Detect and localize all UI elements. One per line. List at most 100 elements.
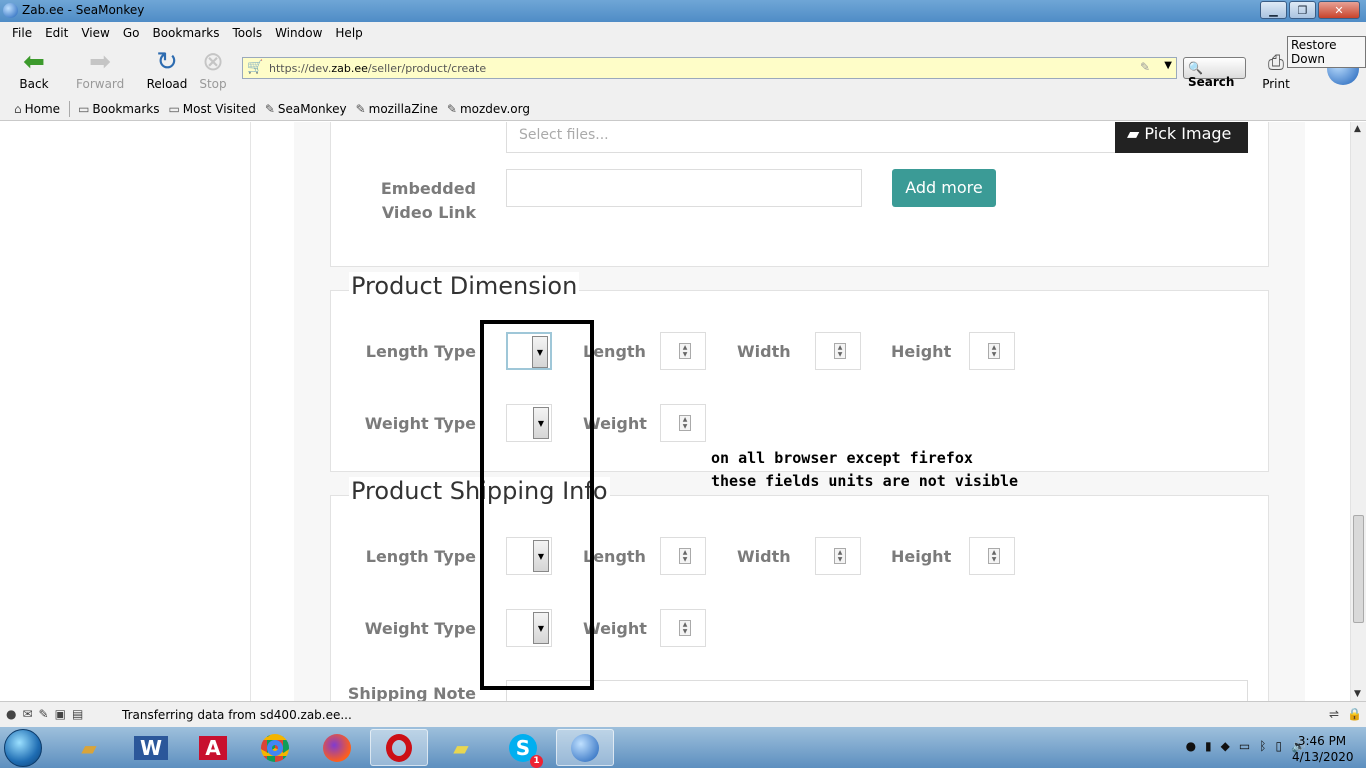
search-button[interactable]: 🔍Search: [1183, 57, 1246, 89]
taskbar-word[interactable]: W: [122, 729, 180, 766]
minimize-button[interactable]: ▁: [1260, 1, 1287, 19]
status-bar: ● ✉ ✎ ▣ ▤ Transferring data from sd400.z…: [0, 701, 1366, 727]
url-bar[interactable]: 🛒 https://dev.zab.ee/seller/product/crea…: [242, 57, 1177, 79]
security-tray-icon[interactable]: ●: [1186, 739, 1196, 753]
bookmark-most-visited[interactable]: ▭ Most Visited: [168, 102, 255, 116]
annotation-note: on all browser except firefox these fiel…: [711, 449, 1019, 490]
reload-button[interactable]: ↻ Reload: [143, 47, 191, 93]
display-tray-icon[interactable]: ▭: [1239, 739, 1250, 753]
spinner-icon[interactable]: ▲ ▼: [679, 343, 691, 359]
product-dimension-card: [330, 290, 1269, 472]
bookmark-seamonkey[interactable]: ✎ SeaMonkey: [265, 102, 347, 116]
stop-button[interactable]: ⊗ Stop: [189, 47, 237, 93]
menu-view[interactable]: View: [81, 26, 109, 40]
shipping-width-input[interactable]: ▲ ▼: [815, 537, 861, 575]
web-content: Select files... ▰ Pick Image Embedded Vi…: [0, 122, 1350, 701]
spinner-icon[interactable]: ▲ ▼: [679, 415, 691, 431]
bookmark-mozdev[interactable]: ✎ mozdev.org: [447, 102, 530, 116]
shipping-height-label: Height: [891, 547, 952, 566]
forward-label: Forward: [76, 77, 125, 91]
taskbar-firefox[interactable]: [308, 729, 366, 766]
height-input[interactable]: ▲ ▼: [969, 332, 1015, 370]
signal-tray-icon[interactable]: ▮: [1205, 739, 1212, 753]
online-status-icon[interactable]: ⇌: [1329, 707, 1339, 721]
menu-tools[interactable]: Tools: [233, 26, 263, 40]
folder-icon: ▭: [168, 101, 180, 116]
shipping-length-input[interactable]: ▲ ▼: [660, 537, 706, 575]
window-title: Zab.ee - SeaMonkey: [22, 3, 145, 17]
taskbar-seamonkey[interactable]: [556, 729, 614, 766]
shipping-note-input[interactable]: [506, 680, 1248, 701]
update-tray-icon[interactable]: ◆: [1221, 739, 1230, 753]
add-more-button[interactable]: Add more: [892, 169, 996, 207]
spinner-icon[interactable]: ▲ ▼: [679, 548, 691, 564]
bookmark-icon: ✎: [264, 101, 275, 116]
menu-window[interactable]: Window: [275, 26, 322, 40]
url-dropdown-icon[interactable]: ▼: [1164, 60, 1172, 71]
height-label: Height: [891, 342, 952, 361]
bookmark-home[interactable]: ⌂ Home: [14, 102, 60, 116]
product-dimension-title: Product Dimension: [349, 272, 580, 300]
back-button[interactable]: ⬅ Back: [10, 47, 58, 93]
bluetooth-icon[interactable]: ᛒ: [1259, 739, 1266, 753]
url-text[interactable]: https://dev.zab.ee/seller/product/create: [269, 62, 486, 75]
shipping-weight-input[interactable]: ▲ ▼: [660, 609, 706, 647]
menu-file[interactable]: File: [12, 26, 32, 40]
length-input[interactable]: ▲ ▼: [660, 332, 706, 370]
scrollbar-thumb[interactable]: [1353, 515, 1364, 623]
weight-input[interactable]: ▲ ▼: [660, 404, 706, 442]
scroll-up-icon[interactable]: ▲: [1354, 124, 1361, 134]
scroll-down-icon[interactable]: ▼: [1354, 689, 1361, 699]
menu-go[interactable]: Go: [123, 26, 140, 40]
sidebar-divider: [250, 122, 251, 701]
stop-icon: ⊗: [202, 47, 224, 77]
spinner-icon[interactable]: ▲ ▼: [988, 343, 1000, 359]
weight-type-label: Weight Type: [364, 414, 476, 433]
spinner-icon[interactable]: ▲ ▼: [679, 620, 691, 636]
mail-icon[interactable]: ✉: [22, 707, 32, 721]
security-pin-icon: ✎: [1139, 60, 1150, 74]
chat-icon[interactable]: ▣: [55, 707, 66, 721]
personal-toolbar: ⌂ Home ▭ Bookmarks ▭ Most Visited ✎ SeaMonke…: [0, 97, 1366, 121]
shipping-width-label: Width: [737, 547, 791, 566]
taskbar-acrobat[interactable]: A: [184, 729, 242, 766]
addressbook-icon[interactable]: ▤: [72, 707, 83, 721]
shipping-height-input[interactable]: ▲ ▼: [969, 537, 1015, 575]
spinner-icon[interactable]: ▲ ▼: [834, 343, 846, 359]
spinner-icon[interactable]: ▲ ▼: [988, 548, 1000, 564]
restore-down-tooltip: Restore Down: [1287, 36, 1366, 68]
spinner-icon[interactable]: ▲ ▼: [834, 548, 846, 564]
close-button[interactable]: ✕: [1318, 1, 1360, 19]
lock-icon[interactable]: 🔒: [1347, 707, 1362, 721]
menu-bookmarks[interactable]: Bookmarks: [152, 26, 219, 40]
taskbar-opera[interactable]: [370, 729, 428, 766]
select-files-input[interactable]: Select files...: [506, 122, 1116, 153]
home-icon: ⌂: [14, 101, 22, 116]
restore-down-button[interactable]: ❐: [1289, 1, 1316, 19]
taskbar-sticky-notes[interactable]: ▰: [432, 729, 490, 766]
forward-arrow-icon: ➡: [89, 47, 111, 77]
clock-time: 3:46 PM: [1297, 734, 1347, 748]
width-input[interactable]: ▲ ▼: [815, 332, 861, 370]
pick-image-button[interactable]: ▰ Pick Image: [1115, 122, 1248, 153]
menu-edit[interactable]: Edit: [45, 26, 68, 40]
seamonkey-icon: [571, 733, 599, 762]
taskbar-skype[interactable]: S1: [494, 729, 552, 768]
composer-icon[interactable]: ✎: [39, 707, 49, 721]
bookmark-bookmarks[interactable]: ▭ Bookmarks: [78, 102, 159, 116]
width-label: Width: [737, 342, 791, 361]
forward-button[interactable]: ➡ Forward: [76, 47, 124, 93]
shipping-note-label: Shipping Note: [347, 684, 476, 701]
power-icon[interactable]: ▯: [1275, 739, 1282, 753]
start-button[interactable]: [4, 729, 42, 767]
clock[interactable]: 3:46 PM 4/13/2020: [1292, 733, 1354, 765]
embedded-video-input[interactable]: [506, 169, 862, 207]
vertical-scrollbar[interactable]: ▲ ▼: [1350, 122, 1366, 701]
menu-help[interactable]: Help: [335, 26, 362, 40]
folder-icon: ▭: [78, 101, 90, 116]
bookmark-mozillazine[interactable]: ✎ mozillaZine: [356, 102, 438, 116]
stop-label: Stop: [199, 77, 227, 91]
taskbar-explorer[interactable]: ▰: [60, 729, 118, 766]
navigator-icon[interactable]: ●: [6, 707, 16, 721]
taskbar-chrome[interactable]: [246, 729, 304, 766]
